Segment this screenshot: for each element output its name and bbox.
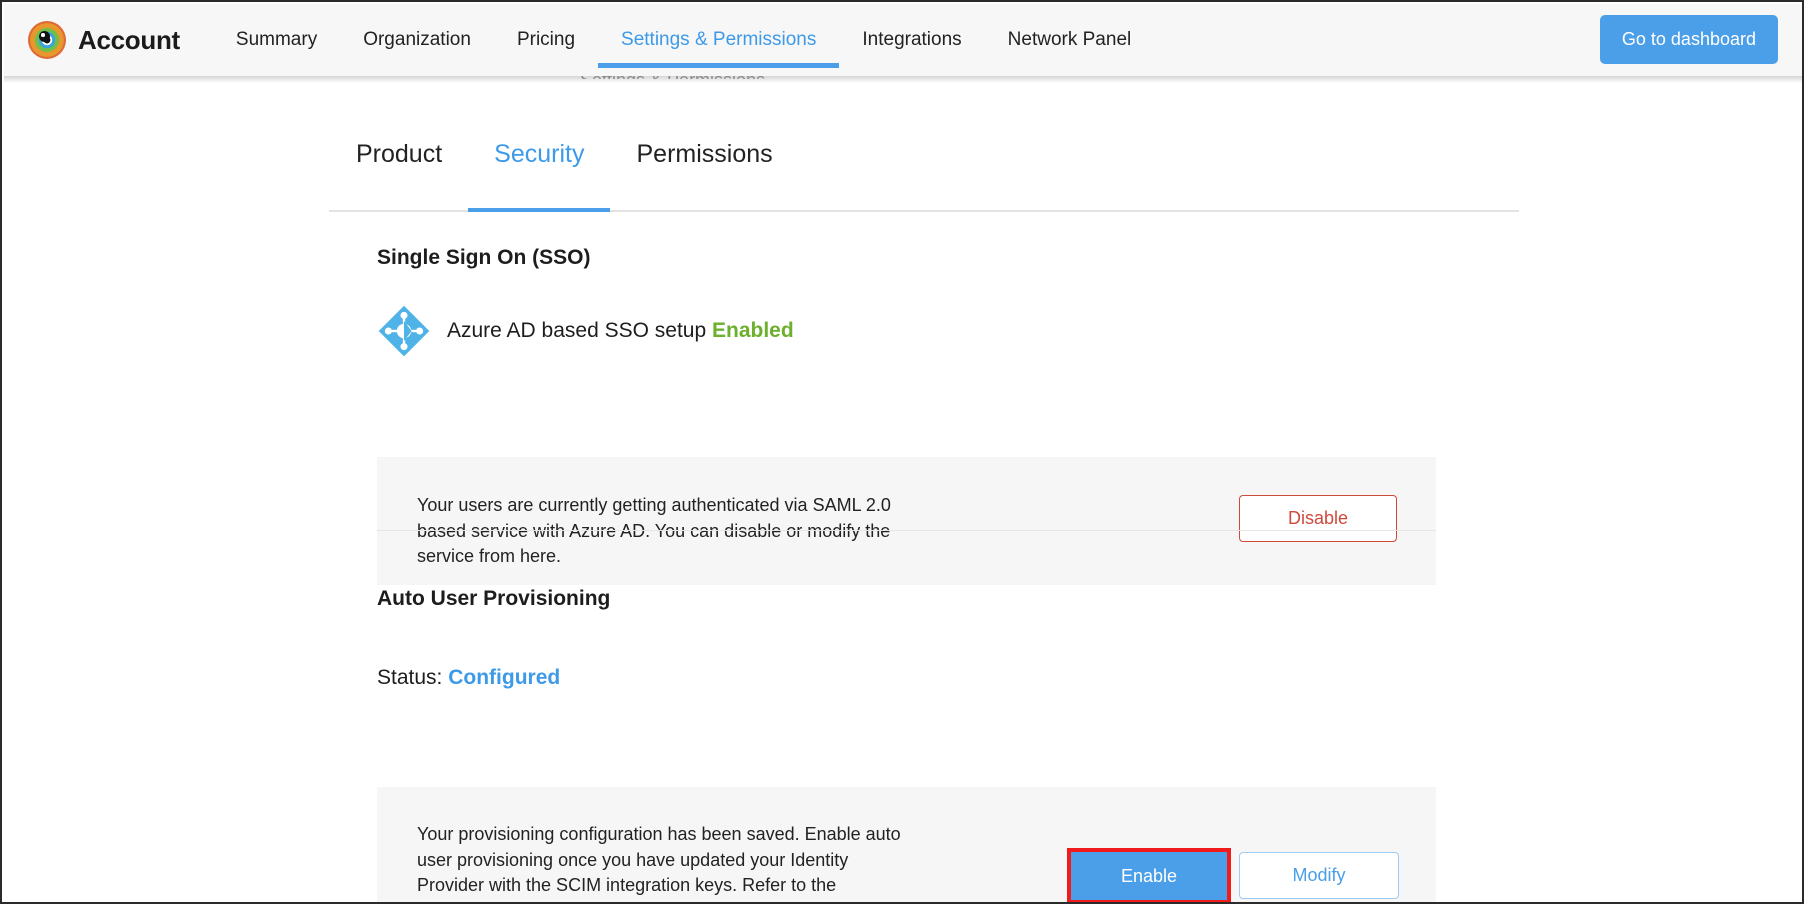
tab-product[interactable]: Product — [329, 132, 468, 210]
sso-provider-row: Azure AD based SSO setup Enabled — [377, 304, 794, 358]
sso-provider-text: Azure AD based SSO setup — [447, 319, 707, 342]
provisioning-status-label: Status: — [377, 666, 443, 689]
documentation-link[interactable]: documentation — [417, 901, 535, 902]
azure-ad-icon — [378, 305, 430, 357]
section-divider — [377, 530, 1436, 531]
eye-logo-icon — [28, 21, 66, 59]
tab-permissions[interactable]: Permissions — [610, 132, 798, 210]
provisioning-status-value: Configured — [448, 666, 561, 689]
nav-item-settings-permissions[interactable]: Settings & Permissions — [598, 4, 840, 76]
modify-button[interactable]: Modify — [1239, 852, 1399, 899]
provisioning-status-line: Status: Configured — [377, 666, 560, 690]
brand-logo[interactable]: Account — [28, 21, 180, 59]
nav-item-summary[interactable]: Summary — [213, 4, 340, 76]
nav-item-integrations[interactable]: Integrations — [839, 4, 984, 76]
provisioning-text-part2: for any help — [548, 901, 647, 902]
main-nav: Summary Organization Pricing Settings & … — [213, 4, 1154, 76]
settings-tabbar: Product Security Permissions — [329, 132, 1519, 212]
status-badge-enabled: Enabled — [712, 319, 794, 342]
enable-button-highlight: Enable — [1067, 848, 1231, 902]
provisioning-section-title: Auto User Provisioning — [377, 587, 611, 610]
brand-name: Account — [78, 24, 180, 55]
sso-section-title: Single Sign On (SSO) — [377, 246, 591, 269]
sso-panel-text: Your users are currently getting authent… — [417, 495, 891, 567]
provisioning-text-part1: Your provisioning configuration has been… — [417, 824, 901, 896]
tab-security[interactable]: Security — [468, 132, 611, 212]
provisioning-panel-text: Your provisioning configuration has been… — [417, 822, 917, 902]
top-header-bar: Account Summary Organization Pricing Set… — [4, 4, 1802, 76]
nav-item-network-panel[interactable]: Network Panel — [985, 4, 1155, 76]
sso-info-panel: Your users are currently getting authent… — [377, 457, 1436, 585]
disable-button[interactable]: Disable — [1239, 495, 1397, 542]
page-content: Product Security Permissions Single Sign… — [4, 76, 1802, 902]
go-to-dashboard-button[interactable]: Go to dashboard — [1599, 15, 1778, 64]
enable-button[interactable]: Enable — [1071, 852, 1227, 900]
sso-provider-label: Azure AD based SSO setup Enabled — [447, 319, 794, 343]
nav-item-pricing[interactable]: Pricing — [494, 4, 598, 76]
nav-item-organization[interactable]: Organization — [340, 4, 494, 76]
app-window: Account Summary Organization Pricing Set… — [0, 0, 1804, 904]
